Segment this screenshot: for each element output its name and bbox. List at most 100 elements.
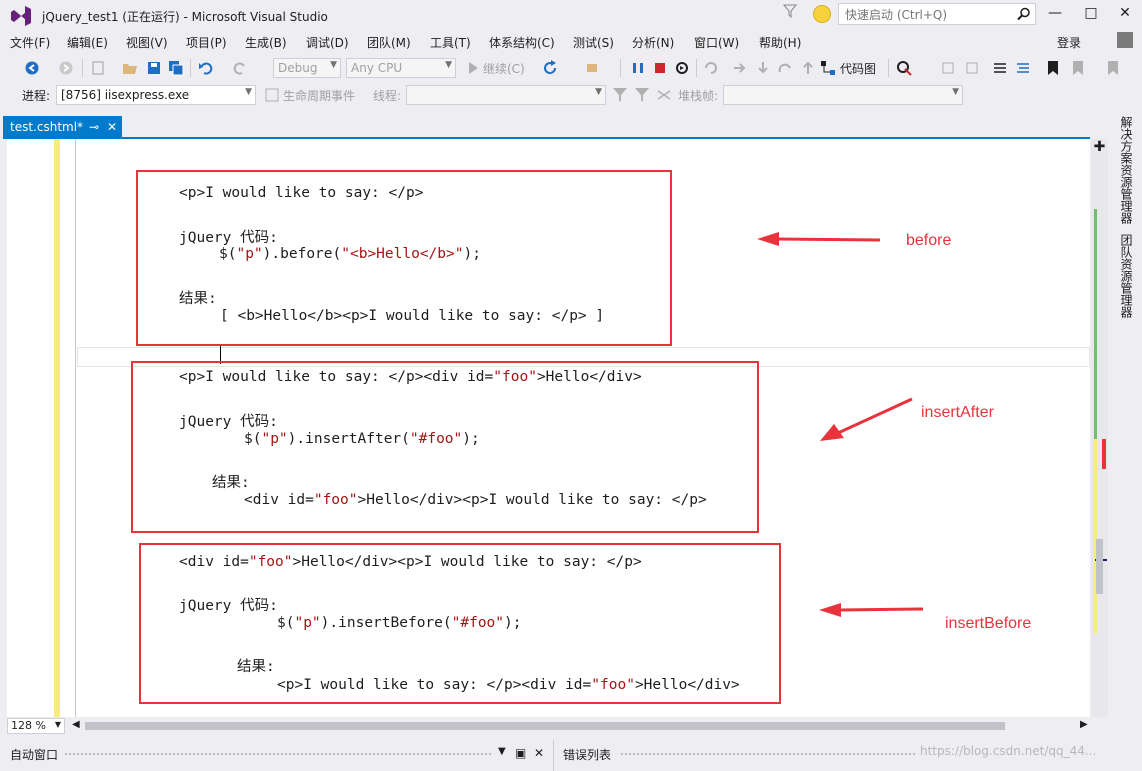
chevron-down-icon: ▼ — [330, 60, 337, 70]
restart-icon[interactable] — [674, 60, 690, 76]
account-icon[interactable] — [1117, 32, 1133, 48]
menu-test[interactable]: 测试(S) — [573, 34, 614, 51]
step-into-icon[interactable] — [732, 60, 748, 76]
annotation-label-insertafter: insertAfter — [921, 404, 994, 421]
debug-location-toolbar: 进程: [8756] iisexpress.exe ▼ 生命周期事件 线程: ▼ … — [0, 83, 1142, 107]
split-window-icon[interactable]: ✚ — [1092, 139, 1107, 155]
toolbar-separator — [190, 59, 191, 77]
notification-filter-icon[interactable] — [783, 4, 797, 18]
annotation-label-insertbefore: insertBefore — [945, 615, 1032, 632]
standard-toolbar: Debug ▼ Any CPU ▼ 继续(C) 代码图 — [0, 55, 1142, 81]
process-select[interactable]: [8756] iisexpress.exe ▼ — [56, 85, 256, 105]
zoom-level-select[interactable]: 128 % ▼ — [7, 718, 65, 734]
zoom-level-value: 128 % — [11, 719, 46, 732]
solution-explorer-tab[interactable]: 解决方案资源管理器 — [1118, 116, 1135, 224]
chevron-down-icon: ▼ — [245, 87, 252, 97]
menu-help[interactable]: 帮助(H) — [759, 34, 801, 51]
break-all-icon[interactable] — [630, 60, 646, 76]
save-icon[interactable] — [146, 60, 162, 76]
panel-divider — [553, 740, 554, 771]
panel-grip — [620, 752, 915, 755]
auto-window-close-icon[interactable]: ✕ — [534, 746, 544, 760]
annotation-box-insertafter — [131, 361, 759, 533]
scroll-thumb[interactable] — [1096, 539, 1103, 594]
navigate-forward-icon[interactable] — [58, 60, 74, 76]
menu-architecture[interactable]: 体系结构(C) — [489, 34, 555, 51]
browser-link-icon[interactable] — [585, 60, 601, 76]
outlining-line — [75, 139, 76, 717]
menu-tools[interactable]: 工具(T) — [430, 34, 471, 51]
toolbar-separator — [888, 59, 889, 77]
flag-filter-icon[interactable] — [612, 87, 628, 103]
scroll-right-icon[interactable]: ▶ — [1080, 719, 1088, 730]
menu-team[interactable]: 团队(M) — [367, 34, 411, 51]
show-next-statement-icon[interactable] — [703, 60, 719, 76]
comment-out-icon[interactable] — [992, 60, 1008, 76]
step-out-icon[interactable] — [777, 60, 793, 76]
window-title: jQuery_test1 (正在运行) - Microsoft Visual S… — [42, 10, 328, 24]
error-list-title[interactable]: 错误列表 — [563, 746, 611, 763]
toggle-breakpoint-icon[interactable] — [940, 60, 956, 76]
save-all-icon[interactable] — [168, 60, 184, 76]
feedback-smiley-icon[interactable] — [813, 5, 831, 23]
exception-settings-icon[interactable] — [896, 60, 912, 76]
panel-grip — [64, 752, 492, 755]
menu-edit[interactable]: 编辑(E) — [67, 34, 108, 51]
lifecycle-events-icon[interactable] — [264, 87, 280, 103]
solution-platform-select[interactable]: Any CPU ▼ — [346, 58, 456, 78]
navigate-back-icon[interactable] — [24, 60, 40, 76]
menu-debug[interactable]: 调试(D) — [306, 34, 349, 51]
team-explorer-tab[interactable]: 团队资源管理器 — [1118, 234, 1135, 318]
flag-thread-icon[interactable] — [634, 87, 650, 103]
next-bookmark-icon[interactable] — [1105, 60, 1121, 76]
redo-icon[interactable] — [232, 60, 248, 76]
auto-window-pin-icon[interactable]: ▣ — [515, 746, 526, 760]
menu-analyze[interactable]: 分析(N) — [632, 34, 674, 51]
pin-tab-icon[interactable]: ⊸ — [89, 120, 99, 134]
annotation-box-before — [136, 170, 672, 346]
menu-view[interactable]: 视图(V) — [126, 34, 168, 51]
unsaved-changes-marker — [1094, 439, 1097, 634]
stack-frame-select[interactable]: ▼ — [723, 85, 963, 105]
switch-thread-icon[interactable] — [656, 87, 672, 103]
open-file-icon[interactable] — [122, 60, 138, 76]
new-project-icon[interactable] — [90, 60, 106, 76]
code-map-icon[interactable] — [820, 60, 836, 76]
step-back-icon[interactable] — [800, 60, 816, 76]
refresh-icon[interactable] — [542, 60, 558, 76]
parallel-watch-icon[interactable] — [964, 60, 980, 76]
close-tab-icon[interactable]: ✕ — [107, 120, 117, 134]
menu-project[interactable]: 项目(P) — [186, 34, 227, 51]
horizontal-scroll-thumb[interactable] — [85, 722, 1005, 730]
menu-file[interactable]: 文件(F) — [10, 34, 50, 51]
watermark-text: https://blog.csdn.net/qq_44... — [920, 744, 1097, 758]
prev-bookmark-icon[interactable] — [1070, 60, 1086, 76]
auto-window-title[interactable]: 自动窗口 — [10, 746, 58, 763]
quick-launch-input[interactable] — [843, 7, 1017, 23]
continue-label[interactable]: 继续(C) — [483, 60, 525, 77]
close-window-button[interactable]: ✕ — [1108, 0, 1142, 28]
tab-test-cshtml[interactable]: test.cshtml* ⊸ ✕ — [3, 116, 122, 138]
code-map-label[interactable]: 代码图 — [840, 60, 876, 77]
search-icon[interactable] — [1017, 7, 1031, 21]
sign-in-link[interactable]: 登录 — [1057, 34, 1081, 51]
maximize-button[interactable]: □ — [1074, 0, 1108, 28]
stop-debugging-icon[interactable] — [652, 60, 668, 76]
menu-window[interactable]: 窗口(W) — [694, 34, 739, 51]
bookmark-icon[interactable] — [1045, 60, 1061, 76]
thread-select[interactable]: ▼ — [406, 85, 606, 105]
panel-dropdown-icon[interactable]: ▼ — [498, 746, 506, 757]
chevron-down-icon: ▼ — [445, 60, 452, 70]
uncomment-icon[interactable] — [1015, 60, 1031, 76]
menu-build[interactable]: 生成(B) — [245, 34, 287, 51]
continue-icon[interactable] — [465, 60, 481, 76]
undo-icon[interactable] — [198, 60, 214, 76]
solution-configuration-select[interactable]: Debug ▼ — [273, 58, 341, 78]
scroll-left-icon[interactable]: ◀ — [72, 719, 80, 730]
lifecycle-events-label[interactable]: 生命周期事件 — [283, 87, 355, 104]
step-over-icon[interactable] — [755, 60, 771, 76]
solution-configuration-value: Debug — [278, 61, 318, 75]
minimize-button[interactable]: — — [1038, 0, 1072, 28]
quick-launch-box[interactable] — [838, 3, 1036, 25]
vertical-scrollbar[interactable]: ✚ — [1091, 139, 1108, 717]
